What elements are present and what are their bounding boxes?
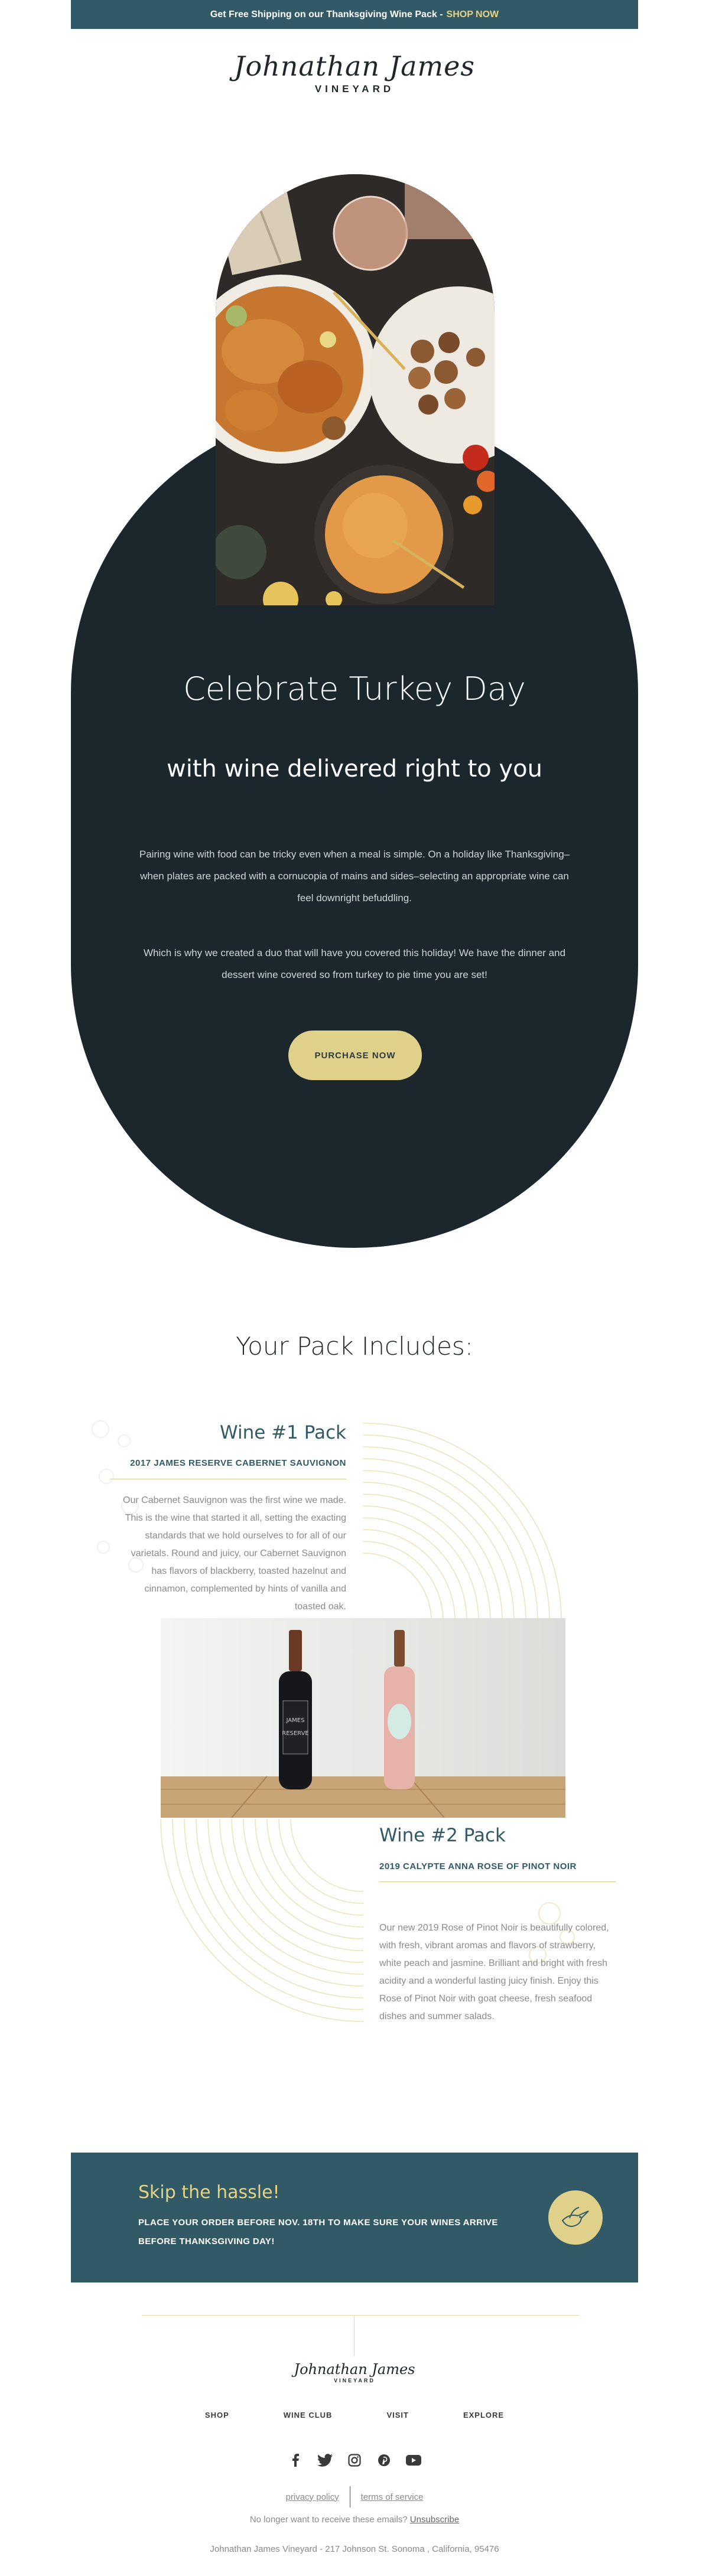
footer-nav-wine-club[interactable]: WINE CLUB: [284, 2411, 333, 2420]
wine-2-title: Wine #2 Pack: [379, 1825, 506, 1846]
hummingbird-icon: [548, 2190, 603, 2245]
footer-nav: SHOP WINE CLUB VISIT EXPLORE: [0, 2411, 709, 2420]
logo-subtitle: VINEYARD: [314, 83, 395, 94]
logo-script: Johnathan James: [234, 50, 475, 82]
pack-heading: Your Pack Includes:: [236, 1332, 473, 1361]
hero-subtitle: with wine delivered right to you: [167, 755, 542, 782]
wine-2-description: Our new 2019 Rose of Pinot Noir is beaut…: [379, 1923, 609, 2021]
cab-label-top: JAMES: [286, 1717, 305, 1724]
hero-paragraph-2: Which is why we created a duo that will …: [143, 947, 566, 980]
thanksgiving-food-image: [216, 174, 495, 605]
footer-nav-visit[interactable]: VISIT: [386, 2411, 409, 2420]
cab-label-bottom: RESERVE: [282, 1730, 309, 1737]
pinterest-icon[interactable]: [376, 2452, 392, 2469]
promo-banner: Get Free Shipping on our Thanksgiving Wi…: [71, 0, 638, 29]
youtube-icon[interactable]: [405, 2452, 422, 2469]
privacy-policy-link[interactable]: privacy policy: [275, 2492, 350, 2502]
footer-logo-script: Johnathan James: [294, 2361, 415, 2378]
wine-1-description: Our Cabernet Sauvignon was the first win…: [123, 1495, 346, 1612]
wine-bottles-image: JAMES RESERVE: [161, 1618, 565, 1818]
deadline-title: Skip the hassle!: [138, 2182, 280, 2203]
unsubscribe-text: No longer want to receive these emails?: [249, 2515, 410, 2525]
unsubscribe-link[interactable]: Unsubscribe: [410, 2515, 459, 2525]
promo-text: Get Free Shipping on our Thanksgiving Wi…: [210, 9, 443, 19]
shop-now-link[interactable]: SHOP NOW: [447, 9, 499, 20]
unsubscribe-line: No longer want to receive these emails? …: [0, 2515, 709, 2525]
deadline-text: PLACE YOUR ORDER BEFORE NOV. 18TH TO MAK…: [138, 2218, 498, 2246]
brand-logo[interactable]: Johnathan James VINEYARD: [0, 50, 709, 95]
legal-links: privacy policy terms of service: [0, 2486, 709, 2507]
hero-title: Celebrate Turkey Day: [183, 670, 526, 707]
footer-logo[interactable]: Johnathan James VINEYARD: [0, 2361, 709, 2383]
wine-1-name: 2017 JAMES RESERVE CABERNET SAUVIGNON: [130, 1458, 346, 1468]
wine-1-title: Wine #1 Pack: [219, 1422, 346, 1443]
wine-2-name: 2019 CALYPTE ANNA ROSE OF PINOT NOIR: [379, 1861, 577, 1871]
hero-paragraph-1: Pairing wine with food can be tricky eve…: [139, 849, 570, 904]
terms-of-service-link[interactable]: terms of service: [350, 2492, 434, 2502]
purchase-now-button[interactable]: PURCHASE NOW: [288, 1031, 422, 1080]
facebook-icon[interactable]: [287, 2452, 304, 2469]
footer-logo-subtitle: VINEYARD: [334, 2378, 375, 2383]
social-links: [0, 2452, 709, 2469]
footer-nav-shop[interactable]: SHOP: [205, 2411, 229, 2420]
footer-nav-explore[interactable]: EXPLORE: [463, 2411, 504, 2420]
footer-divider: [142, 2315, 579, 2316]
footer-address: Johnathan James Vineyard - 217 Johnson S…: [210, 2544, 499, 2554]
twitter-icon[interactable]: [317, 2452, 333, 2469]
instagram-icon[interactable]: [346, 2452, 363, 2469]
